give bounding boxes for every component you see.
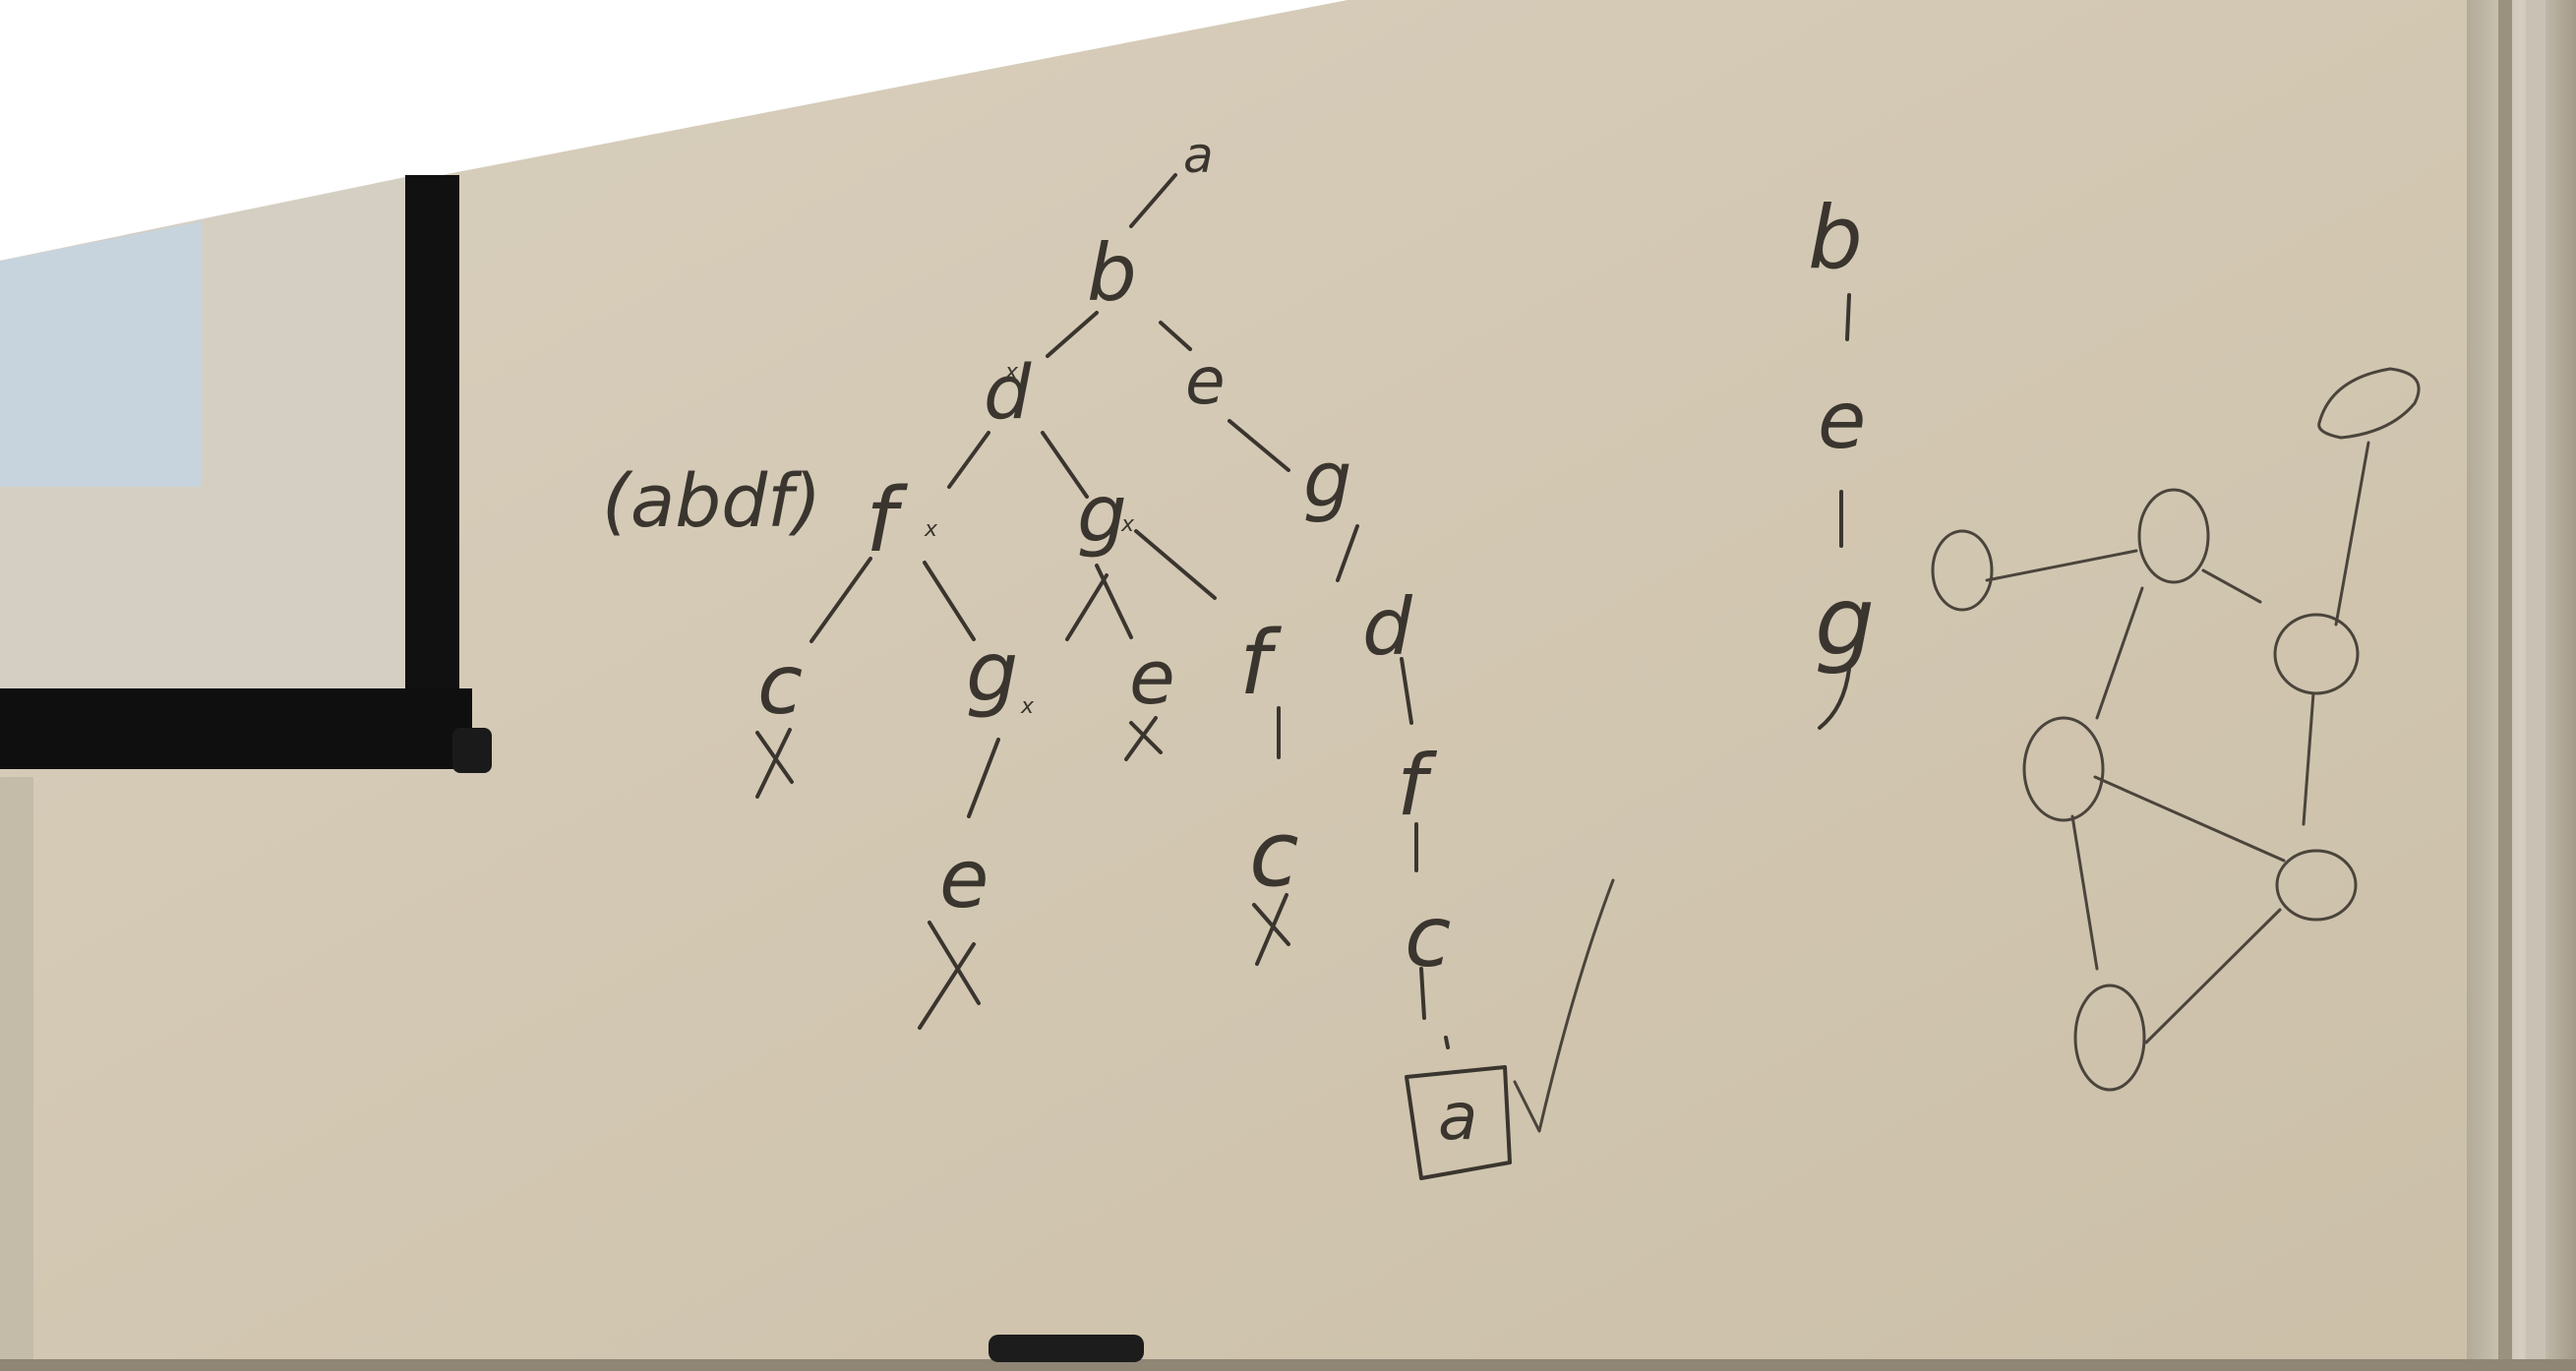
visited-mark: x: [1020, 694, 1035, 719]
tree-node-root: a: [1183, 127, 1214, 184]
tree-node: c: [1249, 802, 1299, 907]
whiteboard-frame-right: [2467, 0, 2576, 1371]
projector-screen: [0, 175, 492, 773]
tree-node: b: [1087, 227, 1137, 319]
marker-tray: [0, 1359, 2576, 1371]
path-node: b: [1808, 187, 1863, 288]
tree-node: e: [1129, 633, 1175, 721]
eraser: [988, 1335, 1144, 1362]
path-node: e: [1818, 375, 1866, 466]
path-note: (abdf): [602, 459, 821, 544]
tree-node: g: [1303, 437, 1352, 525]
tree-node: c: [1405, 888, 1451, 986]
tree-node: e: [1185, 343, 1226, 419]
whiteboard-scene: a b d e f g g c g e f d e c f c a x x x …: [0, 0, 2576, 1371]
tree-node: d: [1362, 581, 1413, 673]
tree-node: e: [939, 833, 988, 926]
tree-node: c: [757, 636, 803, 733]
path-node: g: [1815, 566, 1875, 677]
whiteboard-frame-left: [0, 777, 33, 1371]
tree-node: g: [1077, 468, 1127, 560]
visited-mark: x: [924, 517, 938, 542]
tree-node: g: [966, 624, 1018, 720]
goal-node: a: [1438, 1079, 1477, 1155]
visited-mark: x: [1120, 512, 1135, 537]
visited-mark: x: [1004, 360, 1019, 385]
